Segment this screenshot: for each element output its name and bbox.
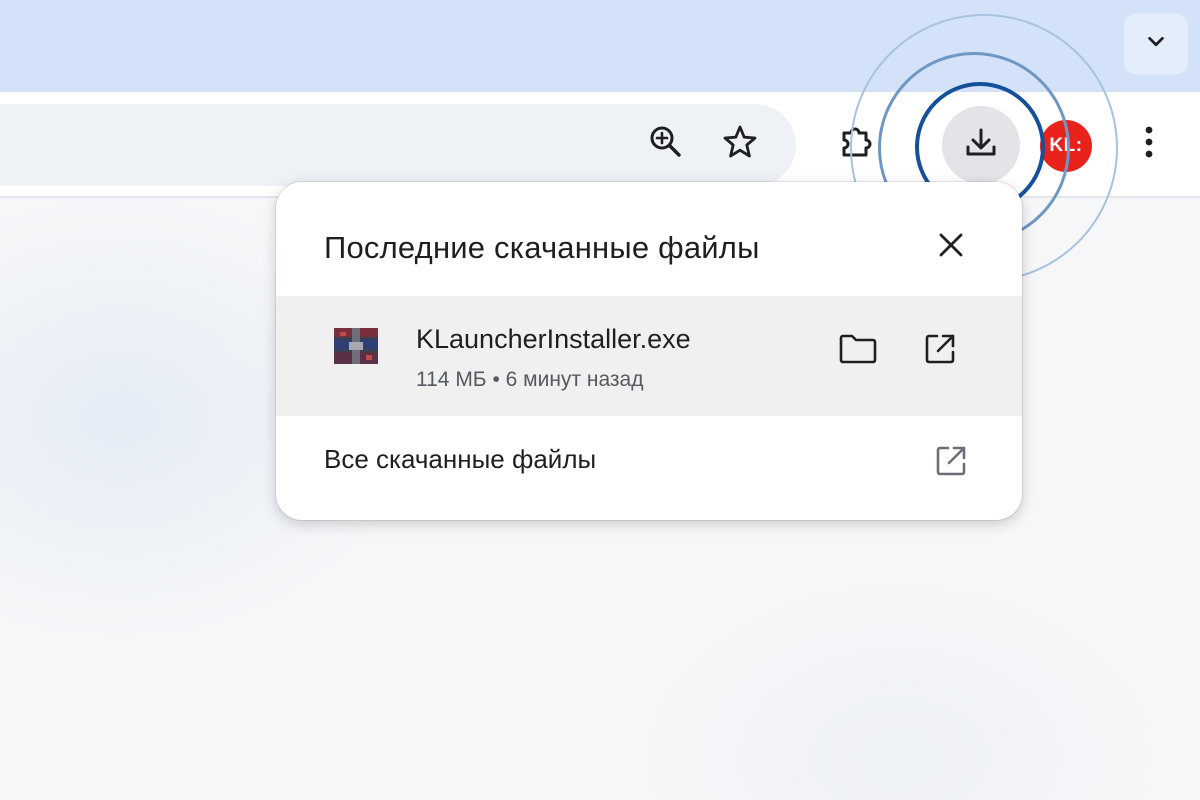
open-in-new-icon bbox=[922, 331, 958, 372]
winrar-archive-icon bbox=[332, 326, 380, 366]
tab-strip bbox=[0, 0, 1200, 92]
profile-avatar[interactable]: KL: bbox=[1040, 120, 1092, 172]
puzzle-piece-icon bbox=[834, 121, 878, 170]
close-icon bbox=[937, 231, 965, 264]
show-in-folder-button[interactable] bbox=[830, 326, 886, 376]
file-size: 114 МБ bbox=[416, 368, 487, 391]
open-in-new-icon bbox=[926, 436, 976, 486]
more-vert-icon bbox=[1143, 124, 1155, 165]
meta-separator: • bbox=[492, 368, 500, 391]
zoom-in-icon bbox=[646, 122, 686, 167]
downloads-button[interactable] bbox=[942, 106, 1020, 184]
bookmark-button[interactable] bbox=[714, 118, 766, 170]
popup-title: Последние скачанные файлы bbox=[324, 230, 760, 265]
download-item[interactable]: KLauncherInstaller.exe 114 МБ • 6 минут … bbox=[276, 296, 1022, 416]
zoom-button[interactable] bbox=[640, 118, 692, 170]
tab-search-button[interactable] bbox=[1124, 13, 1188, 75]
extensions-button[interactable] bbox=[828, 118, 884, 172]
download-icon bbox=[961, 123, 1001, 168]
download-time: 6 минут назад bbox=[505, 368, 644, 391]
menu-button[interactable] bbox=[1124, 118, 1174, 170]
browser-window: KL: Последние скачанные файлы KLauncherI… bbox=[0, 0, 1200, 800]
chevron-down-icon bbox=[1145, 31, 1167, 58]
file-meta: 114 МБ • 6 минут назад bbox=[416, 368, 643, 392]
downloads-popup: Последние скачанные файлы KLauncherInsta… bbox=[276, 182, 1022, 520]
star-icon bbox=[721, 123, 759, 166]
open-file-button[interactable] bbox=[912, 326, 968, 376]
file-name: KLauncherInstaller.exe bbox=[416, 324, 691, 354]
all-downloads-label: Все скачанные файлы bbox=[324, 444, 597, 474]
all-downloads-link[interactable]: Все скачанные файлы bbox=[276, 416, 1022, 520]
close-button[interactable] bbox=[926, 222, 976, 272]
folder-icon bbox=[838, 332, 878, 371]
